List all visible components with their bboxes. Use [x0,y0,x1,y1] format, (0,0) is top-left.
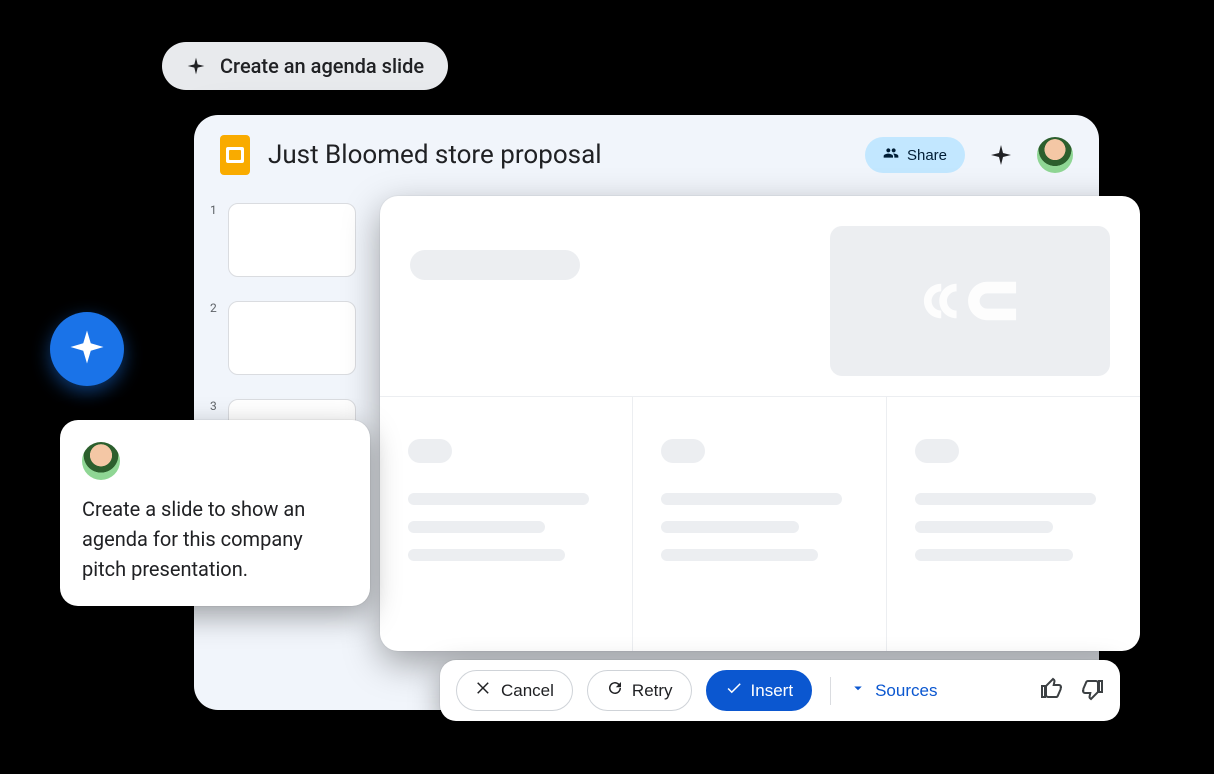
agenda-column [380,397,633,651]
sparkle-icon [186,56,206,76]
people-icon [883,145,899,165]
retry-button-label: Retry [632,681,673,701]
user-avatar-small [82,442,120,480]
thumbnail-index: 2 [210,301,220,315]
slide-thumbnail[interactable] [228,301,356,375]
close-icon [475,679,493,702]
window-header: Just Bloomed store proposal Share [194,115,1099,185]
prompt-text: Create a slide to show an agenda for thi… [82,494,348,584]
agenda-column [633,397,886,651]
cancel-button-label: Cancel [501,681,554,701]
sparkle-icon [69,329,105,369]
slides-logo-icon [220,135,250,175]
text-line-placeholder [661,521,798,533]
thumbnail-row[interactable]: 2 [210,301,380,375]
sources-button-label: Sources [875,681,937,701]
text-line-placeholder [915,521,1053,533]
separator [830,677,831,705]
text-line-placeholder [408,549,565,561]
heading-placeholder [408,439,452,463]
text-line-placeholder [661,549,818,561]
thumbs-up-button[interactable] [1040,677,1064,704]
suggestion-chip[interactable]: Create an agenda slide [162,42,448,90]
gemini-sparkle-icon[interactable] [989,143,1013,167]
thumbs-down-button[interactable] [1080,677,1104,704]
share-button-label: Share [907,147,947,164]
thumbnail-index: 3 [210,399,220,413]
image-placeholder [830,226,1110,376]
generation-action-bar: Cancel Retry Insert Sources [440,660,1120,721]
document-title[interactable]: Just Bloomed store proposal [268,140,602,170]
gemini-badge[interactable] [50,312,124,386]
suggestion-chip-label: Create an agenda slide [220,54,424,78]
text-line-placeholder [408,521,545,533]
chevron-down-icon [849,679,867,702]
share-button[interactable]: Share [865,137,965,173]
refresh-icon [606,679,624,702]
agenda-column [887,397,1140,651]
thumbnail-row[interactable]: 1 [210,203,380,277]
text-line-placeholder [915,549,1073,561]
insert-button[interactable]: Insert [706,670,813,711]
user-avatar[interactable] [1037,137,1073,173]
text-line-placeholder [661,493,842,505]
title-placeholder [410,250,580,280]
text-line-placeholder [915,493,1097,505]
cancel-button[interactable]: Cancel [456,670,573,711]
thumbnail-index: 1 [210,203,220,217]
sources-button[interactable]: Sources [849,679,937,702]
generated-slide-preview [380,196,1140,651]
text-line-placeholder [408,493,589,505]
check-icon [725,679,743,702]
heading-placeholder [915,439,959,463]
insert-button-label: Insert [751,681,794,701]
user-prompt-card: Create a slide to show an agenda for thi… [60,420,370,606]
thumbs-down-icon [1080,689,1104,704]
heading-placeholder [661,439,705,463]
retry-button[interactable]: Retry [587,670,692,711]
thumbs-up-icon [1040,689,1064,704]
slide-thumbnail[interactable] [228,203,356,277]
logo-placeholder-icon [922,271,1018,331]
